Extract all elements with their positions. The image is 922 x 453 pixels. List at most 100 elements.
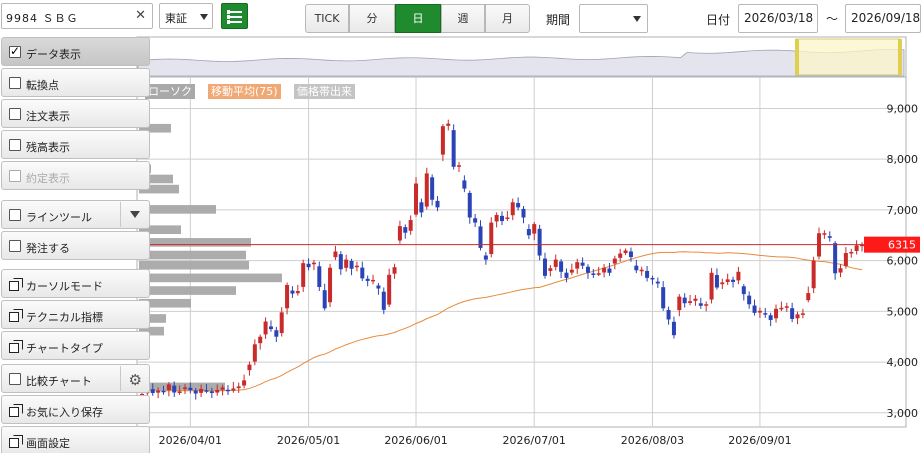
chart-app: 9,000 8,000 7,000 6,000 5,000 4,000 3,000 2026… <box>0 0 922 453</box>
candle-body <box>784 306 789 308</box>
candle-body <box>328 267 333 303</box>
candle-body <box>161 390 166 393</box>
sidebar-item-save-favorite[interactable]: お気に入り保存 <box>1 395 150 424</box>
checkbox[interactable] <box>9 44 21 58</box>
date-to-field[interactable]: 2026/09/18 <box>845 4 921 33</box>
candle-body <box>677 296 682 311</box>
date-from-field[interactable]: 2026/03/18 <box>738 4 818 33</box>
symbol-input[interactable]: 9984 ＳＢＧ ✕ <box>1 3 153 29</box>
sidebar-item-technical-indicators[interactable]: テクニカル指標 <box>1 300 150 329</box>
candle-body <box>849 252 854 254</box>
candle-body <box>365 278 370 281</box>
tab-month[interactable]: 月 <box>485 4 530 33</box>
candle-body <box>306 263 311 268</box>
candle-body <box>682 297 687 304</box>
popup-window-icon <box>9 404 23 417</box>
candle-body <box>419 202 424 213</box>
candle-body <box>279 312 284 334</box>
tab-minute[interactable]: 分 <box>349 4 395 33</box>
candle-body <box>494 214 499 222</box>
candle-body <box>575 262 580 269</box>
candle-body <box>354 265 359 268</box>
clear-icon[interactable]: ✕ <box>135 8 146 23</box>
market-select[interactable]: 東証 <box>159 3 213 29</box>
y-tick-label: 3,000 <box>887 407 919 420</box>
candle-body <box>628 251 633 258</box>
candle-body <box>671 321 676 336</box>
sidebar-item-execution-display: 約定表示 <box>1 161 150 190</box>
candle-body <box>596 273 601 275</box>
candle-body <box>779 307 784 310</box>
date-label: 日付 <box>706 13 731 27</box>
sidebar-item-data-display[interactable]: データ表示 <box>1 37 150 66</box>
period-select[interactable] <box>579 4 648 33</box>
overview-selection <box>795 38 901 76</box>
sidebar-item-line-tool[interactable]: ラインツール <box>1 200 150 229</box>
y-tick-label: 4,000 <box>887 356 919 369</box>
volume-profile-bar <box>139 273 282 283</box>
line-tool-dropdown-button[interactable] <box>120 202 148 227</box>
sidebar-item-label: データ表示 <box>26 48 81 61</box>
legend-candlestick: ローソク <box>145 84 195 99</box>
candle-body <box>376 285 381 289</box>
candle-body <box>585 266 590 273</box>
candle-body <box>639 269 644 272</box>
sidebar-item-turning-point[interactable]: 転換点 <box>1 68 150 97</box>
checkbox[interactable] <box>9 209 21 221</box>
sidebar-item-order-display[interactable]: 注文表示 <box>1 99 150 128</box>
sidebar-item-screen-settings[interactable]: 画面設定 <box>1 426 150 453</box>
volume-profile-bar <box>139 260 249 270</box>
checkbox[interactable] <box>9 373 21 385</box>
legend-volume-profile: 価格帯出来 <box>294 84 355 99</box>
checkbox[interactable] <box>9 108 21 120</box>
sidebar-item-label: 約定表示 <box>26 172 70 185</box>
candle-body <box>833 243 838 274</box>
candle-body <box>709 272 714 300</box>
checkbox[interactable] <box>9 240 21 252</box>
candle-body <box>553 259 558 267</box>
candle-body <box>623 250 628 254</box>
sidebar-item-place-order[interactable]: 発注する <box>1 231 150 260</box>
candle-body <box>537 228 542 256</box>
candle-body <box>800 313 805 315</box>
symbol-list-button[interactable] <box>221 3 248 29</box>
candle-body <box>618 253 623 258</box>
sidebar-item-chart-type[interactable]: チャートタイプ <box>1 331 150 360</box>
candle-body <box>607 268 612 273</box>
candle-body <box>199 388 204 393</box>
candle-body <box>301 263 306 287</box>
candle-body <box>580 262 585 266</box>
candle-body <box>704 304 709 306</box>
candle-body <box>150 389 155 394</box>
checkbox[interactable] <box>9 139 21 151</box>
candle-body <box>542 258 547 276</box>
overview-handle-right <box>898 39 902 75</box>
compare-settings-button[interactable]: ⚙ <box>120 366 148 391</box>
candle-body <box>403 227 408 233</box>
sidebar-item-compare-chart[interactable]: 比較チャート ⚙ <box>1 364 150 393</box>
candle-body <box>489 222 494 255</box>
candle-body <box>156 390 161 393</box>
candle-body <box>811 260 816 289</box>
candle-body <box>854 245 859 252</box>
candle-body <box>252 344 257 362</box>
sidebar-item-label: 画面設定 <box>26 437 70 450</box>
plot-frame <box>136 76 907 428</box>
sidebar-item-balance-display[interactable]: 残高表示 <box>1 130 150 159</box>
popup-window-icon <box>9 435 23 448</box>
candle-body <box>736 271 741 281</box>
candle-body <box>274 330 279 337</box>
candle-body <box>473 218 478 223</box>
candle-body <box>526 229 531 236</box>
candle-body <box>193 390 198 394</box>
sidebar-item-label: テクニカル指標 <box>26 311 103 324</box>
chevron-down-icon <box>200 14 208 20</box>
tab-tick[interactable]: TICK <box>305 4 349 33</box>
tab-day[interactable]: 日 <box>395 4 441 33</box>
candle-body <box>215 389 220 393</box>
candle-body <box>322 290 327 309</box>
candle-body <box>344 259 349 268</box>
sidebar-item-cursor-mode[interactable]: カーソルモード <box>1 269 150 298</box>
checkbox[interactable] <box>9 77 21 89</box>
tab-week[interactable]: 週 <box>441 4 485 33</box>
